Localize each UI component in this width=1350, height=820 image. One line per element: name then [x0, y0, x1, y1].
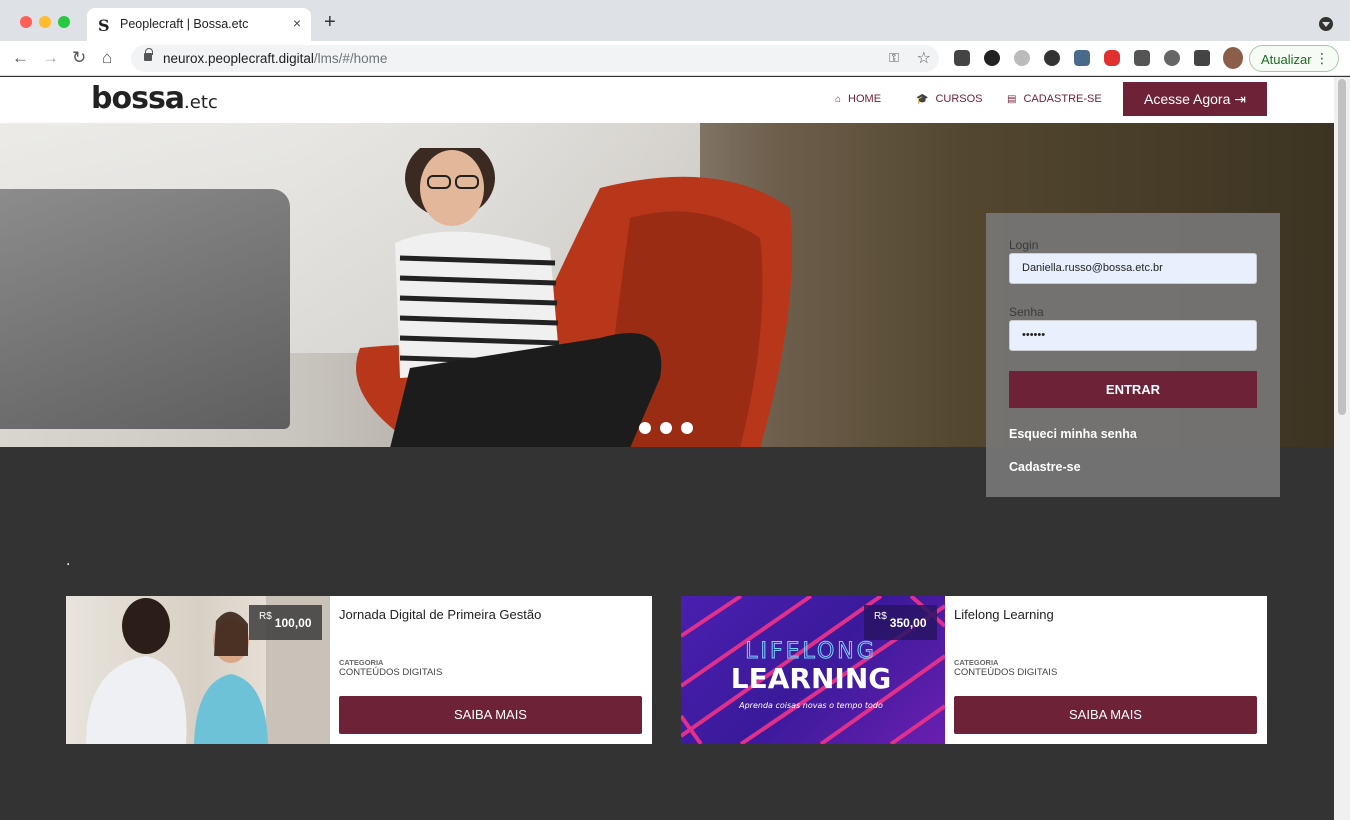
scrollbar-thumb[interactable]	[1338, 79, 1346, 415]
login-input[interactable]: Daniella.russo@bossa.etc.br	[1009, 253, 1257, 284]
extension-icon[interactable]	[1134, 50, 1150, 66]
lock-icon	[144, 48, 153, 61]
graduation-cap-icon: 🎓	[916, 94, 929, 105]
extension-icon[interactable]	[954, 50, 970, 66]
extension-icon[interactable]	[1074, 50, 1090, 66]
close-window-button[interactable]	[20, 16, 32, 28]
extension-icon[interactable]	[984, 50, 1000, 66]
extension-icon[interactable]	[1164, 50, 1180, 66]
bossa-logo[interactable]: bossa.etc	[91, 81, 218, 116]
course-card[interactable]: LIFELONG LEARNING Aprenda coisas novas o…	[681, 596, 1267, 744]
hero-photo-figure	[356, 148, 792, 447]
url-text[interactable]: neurox.peoplecraft.digital/lms/#/home	[163, 51, 387, 66]
password-input[interactable]: ••••••	[1009, 320, 1257, 351]
price-tag: R$ 100,00	[249, 605, 322, 640]
update-label: Atualizar	[1261, 52, 1312, 67]
nav-register[interactable]: ▤ CADASTRE-SE	[1007, 93, 1102, 105]
login-label: Login	[1009, 238, 1039, 252]
page-scrollbar[interactable]	[1334, 77, 1350, 820]
extension-icon[interactable]	[1014, 50, 1030, 66]
profile-avatar[interactable]	[1223, 47, 1243, 69]
key-icon[interactable]: ⚿	[889, 50, 899, 66]
maximize-window-button[interactable]	[58, 16, 70, 28]
access-now-button[interactable]: Acesse Agora ⇥	[1123, 82, 1267, 116]
section-title: .	[66, 552, 71, 569]
reload-icon[interactable]: ↻	[72, 48, 86, 68]
bookmark-star-icon[interactable]: ☆	[917, 48, 931, 68]
tab-close-icon[interactable]: ×	[293, 15, 301, 31]
carousel-dots	[639, 421, 702, 439]
tab-title: Peoplecraft | Bossa.etc	[120, 17, 249, 31]
learn-more-button[interactable]: SAIBA MAIS	[339, 696, 642, 734]
forward-icon[interactable]: →	[42, 48, 59, 68]
nav-courses[interactable]: 🎓 CURSOS	[916, 93, 983, 105]
puzzle-icon[interactable]	[1194, 50, 1210, 66]
enter-button[interactable]: ENTRAR	[1009, 371, 1257, 408]
category-value: CONTEÚDOS DIGITAIS	[954, 667, 1058, 678]
category-label: CATEGORIA	[339, 658, 384, 667]
more-menu-icon[interactable]: ⋮	[1315, 50, 1329, 67]
nav-home[interactable]: ⌂ HOME	[835, 93, 881, 105]
login-panel: Login Daniella.russo@bossa.etc.br Senha …	[986, 213, 1280, 497]
password-label: Senha	[1009, 305, 1044, 319]
category-label: CATEGORIA	[954, 658, 999, 667]
carousel-dot[interactable]	[681, 422, 693, 434]
learn-more-button[interactable]: SAIBA MAIS	[954, 696, 1257, 734]
extension-icon[interactable]	[1044, 50, 1060, 66]
peoplecraft-favicon-icon: S	[98, 16, 110, 35]
new-tab-button[interactable]: +	[324, 12, 336, 32]
forgot-password-link[interactable]: Esqueci minha senha	[1009, 427, 1137, 441]
category-value: CONTEÚDOS DIGITAIS	[339, 667, 443, 678]
home-browser-icon[interactable]: ⌂	[102, 48, 112, 68]
course-image[interactable]: LIFELONG LEARNING Aprenda coisas novas o…	[681, 596, 945, 744]
site-header: bossa.etc ⌂ HOME 🎓 CURSOS ▤ CADASTRE-SE Ace…	[0, 77, 1334, 123]
extension-icon[interactable]	[1104, 50, 1120, 66]
course-image[interactable]: R$ 100,00	[66, 596, 330, 744]
hero-laptop	[0, 189, 290, 429]
home-icon: ⌂	[835, 94, 842, 105]
browser-tab[interactable]: S Peoplecraft | Bossa.etc ×	[87, 8, 311, 41]
carousel-dot[interactable]	[660, 422, 672, 434]
minimize-window-button[interactable]	[39, 16, 51, 28]
price-tag: R$ 350,00	[864, 605, 937, 640]
browser-toolbar: ← → ↻ ⌂ neurox.peoplecraft.digital/lms/#…	[0, 41, 1350, 76]
course-title[interactable]: Jornada Digital de Primeira Gestão	[339, 607, 541, 622]
address-bar[interactable]: neurox.peoplecraft.digital/lms/#/home ⚿ …	[131, 45, 939, 72]
update-button[interactable]: Atualizar ⋮	[1249, 45, 1339, 72]
course-title[interactable]: Lifelong Learning	[954, 607, 1054, 622]
carousel-dot[interactable]	[639, 422, 651, 434]
browser-tab-bar: S Peoplecraft | Bossa.etc × +	[0, 0, 1350, 41]
image-text: LIFELONG	[745, 639, 877, 664]
register-link[interactable]: Cadastre-se	[1009, 460, 1081, 474]
page: bossa.etc ⌂ HOME 🎓 CURSOS ▤ CADASTRE-SE Ace…	[0, 77, 1334, 820]
register-icon: ▤	[1007, 94, 1017, 105]
back-icon[interactable]: ←	[12, 48, 29, 68]
tab-search-icon[interactable]	[1319, 17, 1333, 31]
image-text: Aprenda coisas novas o tempo todo	[738, 701, 883, 710]
course-card[interactable]: R$ 100,00 Jornada Digital de Primeira Ges…	[66, 596, 652, 744]
sign-in-icon: ⇥	[1234, 91, 1246, 107]
image-text: LEARNING	[731, 662, 891, 695]
